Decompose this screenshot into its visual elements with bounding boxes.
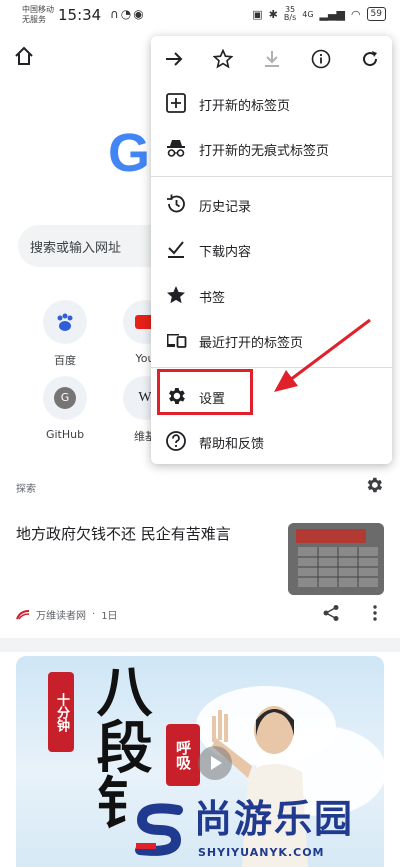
refresh-icon: [363, 51, 378, 67]
google-logo: G: [108, 123, 151, 183]
watermark-url: SHYIYUANYK.COM: [198, 846, 325, 859]
clock: 15:34: [58, 6, 102, 24]
share-icon[interactable]: [322, 604, 340, 622]
download-button[interactable]: [261, 48, 283, 70]
menu-divider: [151, 176, 392, 177]
menu-divider: [151, 367, 392, 368]
menu-item-incognito[interactable]: 打开新的无痕式标签页: [151, 125, 392, 171]
wifi-icon: ◠: [350, 7, 361, 21]
status-bar: 中国移动 无服务 15:34 ∩◔◉ ▣ ✱ 35 B/s 4G ▂▄▆ ◠ 5…: [0, 0, 400, 30]
menu-item-label: 帮助和反馈: [199, 437, 265, 452]
baidu-icon: [43, 300, 87, 344]
arrow-right-icon: [166, 52, 183, 66]
home-icon[interactable]: [14, 46, 34, 66]
article-age: 1日: [101, 611, 118, 622]
status-right-icons: ▣ ✱ 35 B/s 4G ▂▄▆ ◠ 59: [252, 6, 386, 22]
article-thumbnail[interactable]: [288, 523, 384, 595]
menu-item-label: 打开新的无痕式标签页: [199, 144, 330, 159]
menu-item-history[interactable]: 历史记录: [151, 181, 392, 227]
menu-item-label: 历史记录: [199, 200, 252, 215]
star-outline-icon: [213, 49, 233, 69]
notification-icons: ∩◔◉: [110, 7, 146, 21]
menu-item-label: 最近打开的标签页: [199, 336, 304, 351]
menu-item-recent-tabs[interactable]: 最近打开的标签页: [151, 317, 392, 363]
menu-item-downloads[interactable]: 下载内容: [151, 226, 392, 272]
meta-separator: ·: [92, 609, 96, 620]
menu-item-label: 书签: [199, 291, 226, 306]
carrier-name: 中国移动: [22, 5, 54, 14]
video-tag: 十分钟: [48, 672, 74, 752]
help-icon: [166, 431, 186, 451]
search-placeholder: 搜索或输入网址: [30, 241, 122, 256]
vibrate-icon: ▣: [252, 7, 263, 21]
bookmark-star-button[interactable]: [212, 48, 234, 70]
eye-icon: ◉: [133, 7, 146, 21]
more-vert-icon[interactable]: [368, 604, 382, 622]
article-meta: 万维读者网 · 1日: [16, 607, 118, 622]
feed-section-label: 探索: [16, 484, 36, 495]
signal-icon: ▂▄▆: [319, 7, 345, 21]
battery-indicator: 59: [366, 7, 386, 21]
reload-button[interactable]: [359, 48, 381, 70]
network-type: 4G: [302, 9, 314, 19]
menu-item-help[interactable]: 帮助和反馈: [151, 418, 392, 464]
watermark-logo: [135, 803, 183, 856]
headset-icon: ∩: [110, 7, 121, 21]
play-button[interactable]: [198, 746, 232, 780]
article-title[interactable]: 地方政府欠钱不还 民企有苦难言: [16, 524, 281, 544]
menu-toolbar: [151, 36, 392, 82]
gauge-icon: ◔: [120, 7, 134, 21]
network-speed: 35 B/s: [284, 6, 296, 22]
incognito-icon: [167, 140, 185, 157]
carrier-info: 中国移动 无服务: [22, 5, 54, 25]
speed-unit: B/s: [283, 13, 297, 22]
menu-item-label: 打开新的标签页: [199, 99, 291, 114]
watermark: 尚游乐园 SHYIYUANYK.COM: [130, 796, 400, 867]
menu-item-bookmarks[interactable]: 书签: [151, 272, 392, 318]
devices-icon: [167, 334, 187, 348]
article-source: 万维读者网: [36, 611, 86, 622]
forward-button[interactable]: [163, 48, 185, 70]
shortcut-github[interactable]: G GitHub: [30, 376, 100, 441]
feed-divider: [0, 638, 400, 652]
star-filled-icon: [167, 286, 185, 304]
github-icon: G: [43, 376, 87, 420]
history-icon: [167, 194, 185, 213]
info-icon: [311, 49, 331, 69]
github-letter: G: [54, 387, 76, 409]
page-info-button[interactable]: [310, 48, 332, 70]
watermark-text: 尚游乐园: [194, 797, 355, 841]
downloads-check-icon: [168, 241, 184, 258]
shortcut-label: GitHub: [45, 428, 85, 441]
menu-item-label: 下载内容: [199, 245, 252, 260]
shortcut-baidu[interactable]: 百度: [30, 300, 100, 368]
settings-highlight-box: [157, 369, 253, 415]
new-tab-icon: [166, 93, 186, 113]
carrier-service: 无服务: [22, 15, 46, 24]
menu-item-new-tab[interactable]: 打开新的标签页: [151, 80, 392, 126]
shortcut-label: 百度: [54, 354, 76, 367]
download-icon: [265, 51, 279, 67]
gear-icon[interactable]: [364, 475, 384, 495]
video-tag-2: 呼吸: [166, 724, 200, 786]
bluetooth-icon: ✱: [268, 7, 278, 21]
source-logo-icon: [16, 609, 30, 619]
